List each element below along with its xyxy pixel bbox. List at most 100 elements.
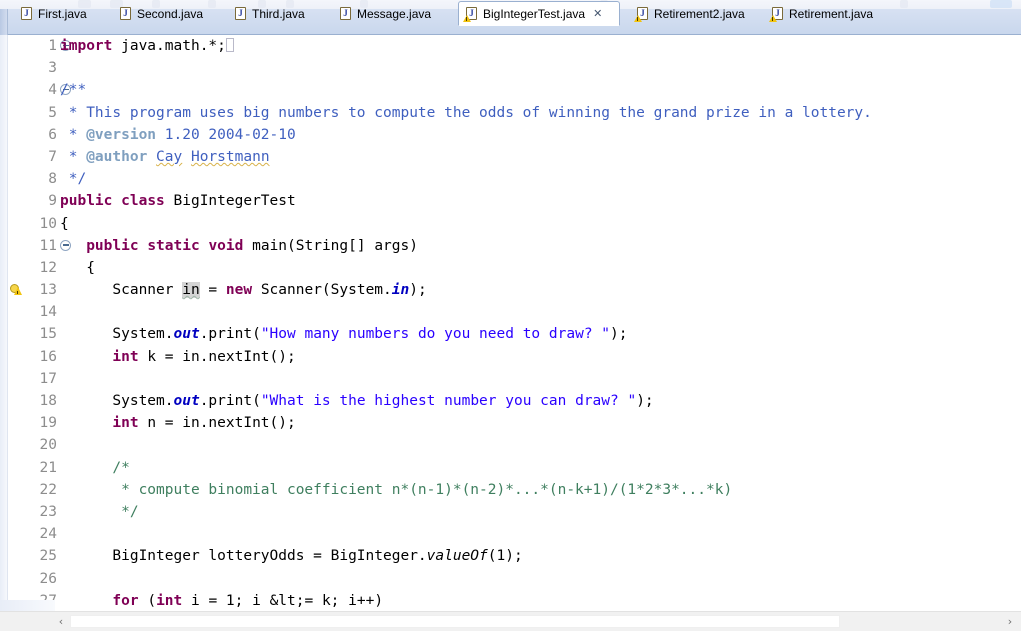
line-number: 26: [39, 570, 57, 587]
gutter-line[interactable]: 6: [0, 124, 60, 146]
close-icon[interactable]: ✕: [593, 8, 602, 20]
editor-tab-third[interactable]: J Third.java: [228, 2, 313, 26]
gutter-line[interactable]: 3: [0, 57, 60, 79]
line-number: 11: [39, 237, 57, 254]
gutter-line[interactable]: 13: [0, 279, 60, 301]
code-line[interactable]: Scanner in = new Scanner(System.in);: [60, 279, 1021, 301]
editor-tab-first[interactable]: J First.java: [14, 2, 94, 26]
code-line[interactable]: public static void main(String[] args): [60, 235, 1021, 257]
line-number: 3: [48, 60, 57, 77]
horizontal-scrollbar[interactable]: ‹ ›: [0, 611, 1021, 631]
text-cursor: [225, 38, 234, 52]
editor-tab-bigintegertest[interactable]: J BigIntegerTest.java ✕: [458, 1, 620, 26]
line-number: 9: [48, 193, 57, 210]
gutter-line[interactable]: 21: [0, 457, 60, 479]
code-editor[interactable]: 1 3 4 5 6 7 8 9 10 11 12 13 14 15 16 17 18 19 20 21 22 23 24 25…: [0, 35, 1021, 631]
gutter-line[interactable]: 16: [0, 346, 60, 368]
code-line[interactable]: {: [60, 257, 1021, 279]
gutter-line[interactable]: 18: [0, 390, 60, 412]
gutter-line[interactable]: 5: [0, 102, 60, 124]
editor-tab-label: Retirement2.java: [654, 7, 745, 21]
line-number: 17: [39, 370, 57, 387]
gutter-line[interactable]: 8: [0, 168, 60, 190]
editor-tab-label: Message.java: [357, 7, 432, 21]
gutter-line[interactable]: 15: [0, 323, 60, 345]
gutter-line[interactable]: 17: [0, 368, 60, 390]
line-number: 16: [39, 348, 57, 365]
editor-tab-retirement2[interactable]: J Retirement2.java: [630, 2, 752, 26]
gutter-line[interactable]: 9: [0, 190, 60, 212]
java-file-warning-icon: J: [463, 6, 478, 22]
java-file-icon: J: [339, 7, 352, 21]
gutter-line[interactable]: 19: [0, 412, 60, 434]
gutter-line[interactable]: 1: [0, 35, 71, 57]
java-file-icon: J: [234, 7, 247, 21]
line-number: 12: [39, 259, 57, 276]
editor-tab-label: Second.java: [137, 7, 204, 21]
horizontal-scrollbar-thumb[interactable]: [70, 615, 840, 628]
code-line[interactable]: int k = in.nextInt();: [60, 346, 1021, 368]
gutter-line[interactable]: 26: [0, 568, 60, 590]
editor-tab-message[interactable]: J Message.java: [333, 2, 438, 26]
code-line[interactable]: [60, 57, 1021, 79]
gutter-line[interactable]: 20: [0, 434, 60, 456]
code-line[interactable]: * @version 1.20 2004-02-10: [60, 124, 1021, 146]
code-line[interactable]: public class BigIntegerTest: [60, 190, 1021, 212]
line-number: 20: [39, 437, 57, 454]
code-line[interactable]: for (int i = 1; i &lt;= k; i++): [60, 590, 1021, 611]
code-line[interactable]: [60, 523, 1021, 545]
code-line[interactable]: */: [60, 501, 1021, 523]
line-number: 18: [39, 393, 57, 409]
java-file-icon: J: [119, 7, 132, 21]
gutter-line[interactable]: 22: [0, 479, 60, 501]
gutter-line[interactable]: 4: [0, 79, 71, 101]
line-number: 23: [39, 503, 57, 520]
code-line[interactable]: /**: [60, 79, 1021, 101]
line-number: 25: [39, 548, 57, 565]
code-line[interactable]: [60, 368, 1021, 390]
line-number: 7: [48, 148, 57, 165]
line-number: 24: [39, 526, 57, 543]
line-number: 8: [48, 171, 57, 188]
scroll-right-arrow-icon[interactable]: ›: [1001, 612, 1019, 631]
code-line[interactable]: BigInteger lotteryOdds = BigInteger.valu…: [60, 545, 1021, 567]
gutter-line[interactable]: 14: [0, 301, 60, 323]
gutter-line[interactable]: 11: [0, 235, 71, 257]
code-text-area[interactable]: import java.math.*; /** * This program u…: [60, 35, 1021, 611]
code-line[interactable]: * compute binomial coefficient n*(n-1)*(…: [60, 479, 1021, 501]
code-line[interactable]: int n = in.nextInt();: [60, 412, 1021, 434]
code-line[interactable]: [60, 568, 1021, 590]
java-file-warning-icon: J: [634, 7, 649, 22]
code-line[interactable]: * @author Cay Horstmann: [60, 146, 1021, 168]
editor-tab-retirement[interactable]: J Retirement.java: [765, 2, 881, 26]
gutter-line[interactable]: 23: [0, 501, 60, 523]
code-line[interactable]: System.out.print("What is the highest nu…: [60, 390, 1021, 412]
code-line[interactable]: {: [60, 213, 1021, 235]
line-number: 19: [39, 415, 57, 432]
eclipse-editor-window: J First.java J Second.java J Third.java J Messa…: [0, 0, 1021, 631]
gutter-line[interactable]: 12: [0, 257, 60, 279]
warning-lightbulb-icon[interactable]: [10, 283, 25, 297]
gutter-line[interactable]: 10: [0, 213, 60, 235]
code-line[interactable]: System.out.print("How many numbers do yo…: [60, 323, 1021, 345]
line-number-gutter[interactable]: 1 3 4 5 6 7 8 9 10 11 12 13 14 15 16 17 18 19 20 21 22 23 24 25…: [0, 35, 71, 631]
code-line[interactable]: /*: [60, 457, 1021, 479]
line-number: 10: [39, 215, 57, 232]
java-file-icon: J: [20, 7, 33, 21]
editor-tab-label: BigIntegerTest.java: [483, 6, 586, 21]
gutter-line[interactable]: 24: [0, 523, 60, 545]
line-number: 15: [39, 326, 57, 343]
code-line[interactable]: * This program uses big numbers to compu…: [60, 102, 1021, 124]
code-line[interactable]: [60, 434, 1021, 456]
gutter-line[interactable]: 7: [0, 146, 60, 168]
code-line[interactable]: [60, 301, 1021, 323]
code-line[interactable]: */: [60, 168, 1021, 190]
line-number: 21: [39, 459, 57, 476]
line-number: 1: [48, 38, 57, 54]
scroll-left-arrow-icon[interactable]: ‹: [52, 612, 70, 631]
line-number: 5: [48, 104, 57, 121]
code-line[interactable]: import java.math.*;: [60, 35, 1021, 57]
editor-tab-label: Third.java: [252, 7, 305, 21]
editor-tab-second[interactable]: J Second.java: [113, 2, 208, 26]
gutter-line[interactable]: 25: [0, 545, 60, 567]
